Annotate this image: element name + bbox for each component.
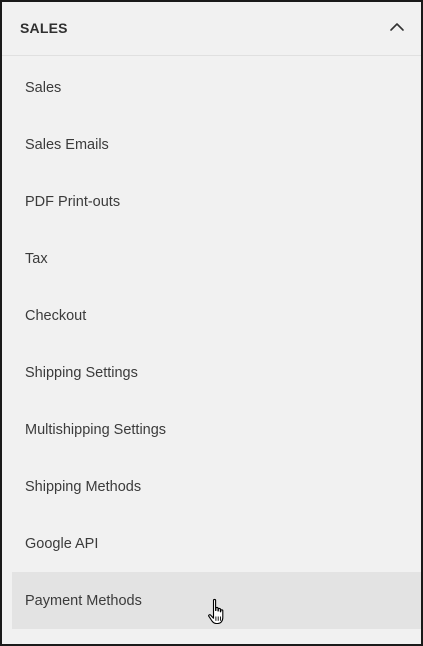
chevron-up-icon[interactable]	[389, 19, 405, 35]
menu-item-shipping-settings[interactable]: Shipping Settings	[12, 344, 421, 401]
menu-item-label: Shipping Settings	[25, 365, 138, 381]
menu-item-google-api[interactable]: Google API	[12, 515, 421, 572]
menu-item-label: Google API	[25, 536, 99, 552]
sales-section-header[interactable]: SALES	[2, 2, 421, 56]
menu-item-label: Sales Emails	[25, 137, 109, 153]
menu-item-label: Checkout	[25, 308, 87, 324]
menu-item-label: Payment Methods	[25, 593, 142, 609]
menu-item-multishipping-settings[interactable]: Multishipping Settings	[12, 401, 421, 458]
menu-item-label: Multishipping Settings	[25, 422, 167, 438]
menu-item-shipping-methods[interactable]: Shipping Methods	[12, 458, 421, 515]
config-section-panel: SALES Sales Sales Emails PDF Print-outs …	[0, 0, 423, 646]
menu-item-tax[interactable]: Tax	[12, 230, 421, 287]
sales-menu: Sales Sales Emails PDF Print-outs Tax Ch…	[12, 59, 421, 629]
menu-item-label: PDF Print-outs	[25, 194, 121, 210]
menu-item-label: Sales	[25, 80, 62, 96]
menu-item-sales[interactable]: Sales	[12, 59, 421, 116]
menu-item-label: Shipping Methods	[25, 479, 142, 495]
menu-item-label: Tax	[25, 251, 48, 267]
menu-item-payment-methods[interactable]: Payment Methods	[12, 572, 421, 629]
menu-item-pdf-print-outs[interactable]: PDF Print-outs	[12, 173, 421, 230]
section-title: SALES	[20, 20, 68, 36]
menu-item-sales-emails[interactable]: Sales Emails	[12, 116, 421, 173]
menu-item-checkout[interactable]: Checkout	[12, 287, 421, 344]
